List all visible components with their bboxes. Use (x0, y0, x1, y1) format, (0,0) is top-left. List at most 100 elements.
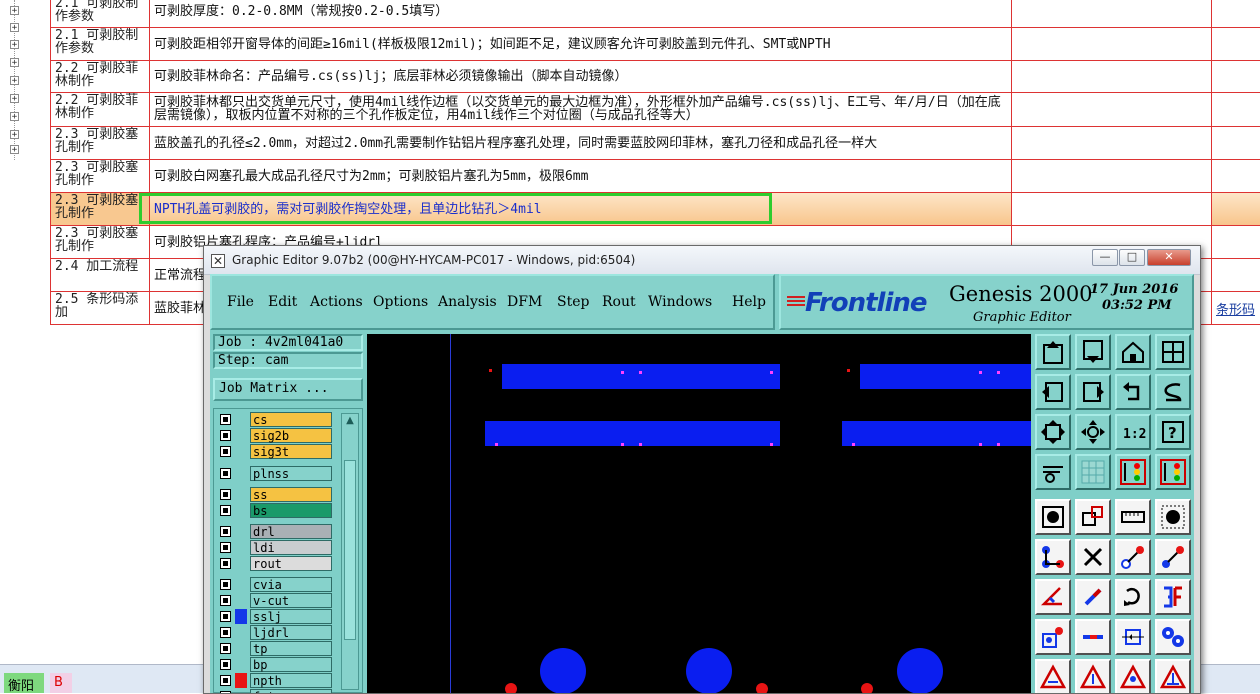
layer-row-ldi[interactable]: ldi (217, 540, 335, 555)
move-up-icon[interactable] (1035, 334, 1071, 370)
layer-checkbox[interactable] (220, 526, 231, 537)
pan-right-icon[interactable] (1075, 374, 1111, 410)
menu-file[interactable]: File (227, 294, 254, 310)
layer-checkbox[interactable] (220, 675, 231, 686)
home-icon[interactable] (1115, 334, 1151, 370)
cross-icon[interactable] (1075, 539, 1111, 575)
layer-scrollbar[interactable]: ▲ (341, 413, 359, 690)
table-row[interactable]: 2.3 可剥胶塞孔制作 可剥胶白网塞孔最大成品孔径尺寸为2mm；可剥胶铝片塞孔为… (50, 160, 1260, 193)
triangle-3-icon[interactable] (1115, 659, 1151, 693)
select-box-icon[interactable] (1075, 499, 1111, 535)
layer-checkbox[interactable] (220, 505, 231, 516)
close-button[interactable]: ✕ (1147, 249, 1191, 266)
layer-checkbox[interactable] (220, 468, 231, 479)
triangle-icon[interactable] (1035, 659, 1071, 693)
layer-name[interactable]: cs (250, 412, 332, 427)
layer-name[interactable]: v-cut (250, 593, 332, 608)
table-row[interactable]: 2.3 可剥胶塞孔制作 蓝胶盖孔的孔径≤2.0mm，对超过2.0mm孔需要制作钻… (50, 127, 1260, 160)
sheet-tab-b[interactable]: B (50, 673, 72, 693)
traffic-light-red-icon[interactable] (1155, 454, 1191, 490)
job-matrix-button[interactable]: Job Matrix ... (213, 378, 363, 401)
scale-1-2-icon[interactable]: 1:2 (1115, 414, 1151, 450)
layer-checkbox[interactable] (220, 611, 231, 622)
menu-edit[interactable]: Edit (268, 294, 297, 310)
dimension-icon[interactable] (1115, 619, 1151, 655)
measure-icon[interactable] (1035, 454, 1071, 490)
graphic-canvas[interactable] (367, 334, 1031, 693)
menu-step[interactable]: Step (557, 294, 589, 310)
triangle-2-icon[interactable] (1075, 659, 1111, 693)
layer-checkbox[interactable] (220, 558, 231, 569)
layer-name[interactable]: ss (250, 487, 332, 502)
scroll-thumb[interactable] (344, 460, 356, 640)
layer-row-bp[interactable]: bp (217, 657, 335, 672)
layer-row-tp[interactable]: tp (217, 641, 335, 656)
menu-options[interactable]: Options (373, 294, 428, 310)
split-icon[interactable] (1155, 579, 1191, 615)
pad-icon[interactable] (1035, 499, 1071, 535)
layer-name[interactable]: sig2b (250, 428, 332, 443)
layer-name[interactable]: rout (250, 556, 332, 571)
scroll-up-arrow-icon[interactable]: ▲ (343, 415, 357, 427)
layer-name[interactable]: sslj (250, 609, 332, 624)
layer-row-v-cut[interactable]: v-cut (217, 593, 335, 608)
layer-row-sig3t[interactable]: sig3t (217, 444, 335, 459)
zoom-fit-icon[interactable] (1035, 414, 1071, 450)
arc-left-icon[interactable] (1035, 579, 1071, 615)
help-icon[interactable]: ? (1155, 414, 1191, 450)
layer-row-ljdrl[interactable]: ljdrl (217, 625, 335, 640)
maximize-button[interactable]: □ (1119, 249, 1145, 266)
blob-icon[interactable] (1155, 619, 1191, 655)
expand-icon[interactable]: + (10, 76, 19, 86)
zoom-center-icon[interactable] (1075, 414, 1111, 450)
line-point-2-icon[interactable] (1155, 539, 1191, 575)
pad-add-icon[interactable] (1035, 619, 1071, 655)
traffic-light-icon[interactable] (1115, 454, 1151, 490)
expand-icon[interactable]: + (10, 6, 19, 16)
layer-name[interactable]: npth (250, 673, 332, 688)
layer-name[interactable]: tp (250, 641, 332, 656)
table-row[interactable]: 2.1 可剥胶制作参数 可剥胶厚度：0.2-0.8MM（常规按0.2-0.5填写… (50, 0, 1260, 28)
expand-icon[interactable]: + (10, 145, 19, 155)
layer-row-npth[interactable]: npth (217, 673, 335, 688)
expand-icon[interactable]: + (10, 23, 19, 33)
layer-row-plnss[interactable]: plnss (217, 466, 335, 481)
expand-icon[interactable]: + (10, 130, 19, 140)
layer-row-cs[interactable]: cs (217, 412, 335, 427)
layer-checkbox[interactable] (220, 579, 231, 590)
table-row[interactable]: 2.1 可剥胶制作参数 可剥胶距相邻开窗导体的间距≥16mil(样板极限12mi… (50, 28, 1260, 61)
layer-row-cvia[interactable]: cvia (217, 577, 335, 592)
ruler-icon[interactable] (1115, 499, 1151, 535)
layer-row-rout[interactable]: rout (217, 556, 335, 571)
expand-icon[interactable]: + (10, 40, 19, 50)
layer-checkbox[interactable] (220, 542, 231, 553)
layer-name[interactable]: drl (250, 524, 332, 539)
layer-row-ss[interactable]: ss (217, 487, 335, 502)
window-icon[interactable] (1155, 334, 1191, 370)
expand-icon[interactable]: + (10, 58, 19, 68)
layer-name[interactable]: plnss (250, 466, 332, 481)
line-minus-icon[interactable] (1075, 619, 1111, 655)
title-bar[interactable]: ✕ Graphic Editor 9.07b2 (00@HY-HYCAM-PC0… (204, 246, 1200, 275)
layer-name[interactable]: ljdrl (250, 625, 332, 640)
triangle-4-icon[interactable] (1155, 659, 1191, 693)
layer-name[interactable]: ldi (250, 540, 332, 555)
table-row[interactable]: 2.2 可剥胶菲林制作 可剥胶菲林命名：产品编号.cs(ss)lj；底层菲林必须… (50, 61, 1260, 93)
expand-icon[interactable]: + (10, 112, 19, 122)
layer-checkbox[interactable] (220, 430, 231, 441)
layer-row-sslj[interactable]: sslj (217, 609, 335, 624)
expand-icon[interactable]: + (10, 94, 19, 104)
menu-rout[interactable]: Rout (602, 294, 636, 310)
layer-row-bs[interactable]: bs (217, 503, 335, 518)
layer-checkbox[interactable] (220, 446, 231, 457)
undo-icon[interactable] (1115, 374, 1151, 410)
pan-left-icon[interactable] (1035, 374, 1071, 410)
grid-icon[interactable] (1075, 454, 1111, 490)
line-point-icon[interactable] (1115, 539, 1151, 575)
menu-analysis[interactable]: Analysis (438, 294, 497, 310)
connect-icon[interactable] (1035, 539, 1071, 575)
layer-checkbox[interactable] (220, 627, 231, 638)
minimize-button[interactable]: — (1092, 249, 1118, 266)
layer-checkbox[interactable] (220, 489, 231, 500)
link-cell[interactable]: 条形码 (1212, 292, 1260, 324)
